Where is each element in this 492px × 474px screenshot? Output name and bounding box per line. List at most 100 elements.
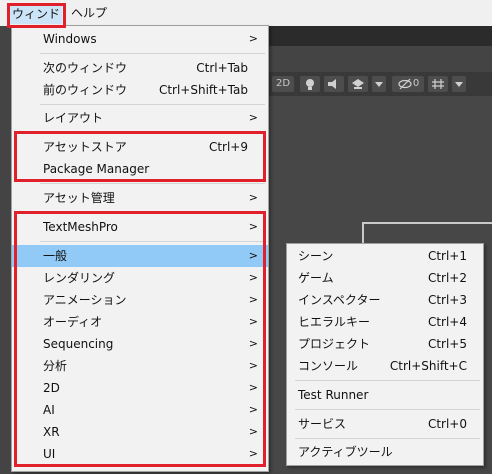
audio-icon[interactable] [324, 76, 344, 92]
menu-item-label: Test Runner [298, 388, 369, 402]
menu-separator [40, 104, 265, 105]
menu-item-shortcut: Ctrl+1 [427, 249, 467, 263]
menu-item-2d[interactable]: 2D > [12, 377, 268, 399]
chevron-right-icon: > [248, 403, 258, 416]
menu-item-rendering[interactable]: レンダリング > [12, 267, 268, 289]
menu-separator [295, 380, 480, 381]
menu-item-layout[interactable]: レイアウト > [12, 107, 268, 129]
menu-item-label: Package Manager [43, 162, 150, 176]
chevron-right-icon: > [248, 111, 258, 124]
chevron-right-icon: > [248, 447, 258, 460]
chevron-right-icon: > [248, 381, 258, 394]
menu-separator [40, 241, 265, 242]
menu-item-windows[interactable]: Windows > [12, 28, 268, 50]
menu-item-package-manager[interactable]: Package Manager [12, 158, 268, 180]
menu-item-textmeshpro[interactable]: TextMeshPro > [12, 216, 268, 238]
menu-item-label: サービス [298, 417, 347, 431]
menu-item-next-window[interactable]: 次のウィンドウ Ctrl+Tab [12, 57, 268, 79]
menu-item-shortcut: Ctrl+Shift+C [389, 359, 467, 373]
menu-item-label: コンソール [298, 359, 359, 373]
menu-separator [40, 132, 265, 133]
menu-item-shortcut: Ctrl+0 [427, 417, 467, 431]
lighting-icon[interactable] [300, 76, 320, 92]
hidden-objects-toggle[interactable]: 0 [392, 76, 424, 92]
grid-dropdown-icon[interactable] [452, 76, 466, 92]
scene-frame-edge [362, 222, 492, 224]
menu-item-label: レイアウト [43, 111, 104, 125]
submenu-item-active-tool[interactable]: アクティブツール [287, 441, 483, 463]
menu-separator [40, 183, 265, 184]
menu-item-asset-store[interactable]: アセットストア Ctrl+9 [12, 136, 268, 158]
menu-item-label: XR [43, 425, 60, 439]
menu-item-label: インスペクター [298, 293, 381, 307]
editor-tab-strip [268, 26, 492, 46]
menu-item-label: ヒエラルキー [298, 315, 371, 329]
chevron-right-icon: > [248, 220, 258, 233]
menu-item-label: レンダリング [43, 271, 116, 285]
menu-item-shortcut: Ctrl+9 [208, 140, 248, 154]
mode-2d-button[interactable]: 2D [272, 76, 294, 92]
chevron-right-icon: > [248, 359, 258, 372]
menu-item-label: 分析 [43, 359, 68, 373]
submenu-item-game[interactable]: ゲーム Ctrl+2 [287, 267, 483, 289]
chevron-right-icon: > [248, 32, 258, 45]
menu-item-label: UI [43, 447, 56, 461]
grid-icon[interactable] [428, 76, 448, 92]
chevron-right-icon: > [248, 315, 258, 328]
menu-item-shortcut: Ctrl+Shift+Tab [158, 83, 248, 97]
submenu-item-project[interactable]: プロジェクト Ctrl+5 [287, 333, 483, 355]
menu-item-ai[interactable]: AI > [12, 399, 268, 421]
menu-separator [295, 438, 480, 439]
menu-item-sequencing[interactable]: Sequencing > [12, 333, 268, 355]
menu-help[interactable]: ヘルプ [67, 4, 111, 23]
menu-item-general[interactable]: 一般 > [12, 245, 268, 267]
menu-separator [40, 212, 265, 213]
menu-item-label: シーン [298, 249, 334, 263]
menu-item-previous-window[interactable]: 前のウィンドウ Ctrl+Shift+Tab [12, 79, 268, 101]
menu-item-shortcut: Ctrl+4 [427, 315, 467, 329]
submenu-item-inspector[interactable]: インスペクター Ctrl+3 [287, 289, 483, 311]
menu-separator [295, 409, 480, 410]
submenu-item-test-runner[interactable]: Test Runner [287, 384, 483, 406]
chevron-right-icon: > [248, 293, 258, 306]
menu-item-shortcut: Ctrl+5 [427, 337, 467, 351]
chevron-right-icon: > [248, 337, 258, 350]
scene-toolbar: 2D 0 [268, 72, 492, 96]
menu-window[interactable]: ウィンドウ [10, 5, 62, 40]
submenu-item-services[interactable]: サービス Ctrl+0 [287, 413, 483, 435]
effects-dropdown-icon[interactable] [372, 76, 386, 92]
menu-item-xr[interactable]: XR > [12, 421, 268, 443]
submenu-item-console[interactable]: コンソール Ctrl+Shift+C [287, 355, 483, 377]
menu-item-shortcut: Ctrl+2 [427, 271, 467, 285]
menu-item-label: AI [43, 403, 55, 417]
hidden-objects-count: 0 [412, 78, 420, 89]
menu-item-label: 一般 [43, 249, 68, 263]
menu-item-label: TextMeshPro [43, 220, 118, 234]
menu-item-label: プロジェクト [298, 337, 371, 351]
menu-item-label: アセットストア [43, 140, 127, 154]
general-submenu: シーン Ctrl+1 ゲーム Ctrl+2 インスペクター Ctrl+3 ヒエラ… [286, 243, 484, 466]
menu-item-label: ゲーム [298, 271, 334, 285]
menu-item-label: オーディオ [43, 315, 103, 329]
submenu-item-hierarchy[interactable]: ヒエラルキー Ctrl+4 [287, 311, 483, 333]
chevron-right-icon: > [248, 425, 258, 438]
effects-icon[interactable] [348, 76, 368, 92]
menu-item-animation[interactable]: アニメーション > [12, 289, 268, 311]
menu-item-label: 次のウィンドウ [43, 61, 128, 75]
menu-item-analysis[interactable]: 分析 > [12, 355, 268, 377]
window-menu-dropdown: Windows > 次のウィンドウ Ctrl+Tab 前のウィンドウ Ctrl+… [11, 25, 269, 472]
menu-item-label: 2D [43, 381, 60, 395]
menu-item-label: 前のウィンドウ [43, 83, 128, 97]
menu-item-label: Windows [43, 32, 97, 46]
menu-item-ui[interactable]: UI > [12, 443, 268, 465]
menu-item-shortcut: Ctrl+Tab [196, 61, 248, 75]
chevron-right-icon: > [248, 271, 258, 284]
menu-item-audio[interactable]: オーディオ > [12, 311, 268, 333]
menu-item-label: アクティブツール [298, 445, 393, 459]
chevron-right-icon: > [248, 191, 258, 204]
submenu-item-scene[interactable]: シーン Ctrl+1 [287, 245, 483, 267]
chevron-right-icon: > [248, 249, 258, 262]
menu-item-asset-management[interactable]: アセット管理 > [12, 187, 268, 209]
menu-item-label: Sequencing [43, 337, 114, 351]
menu-bar: ウィンドウ ヘルプ [0, 0, 492, 40]
